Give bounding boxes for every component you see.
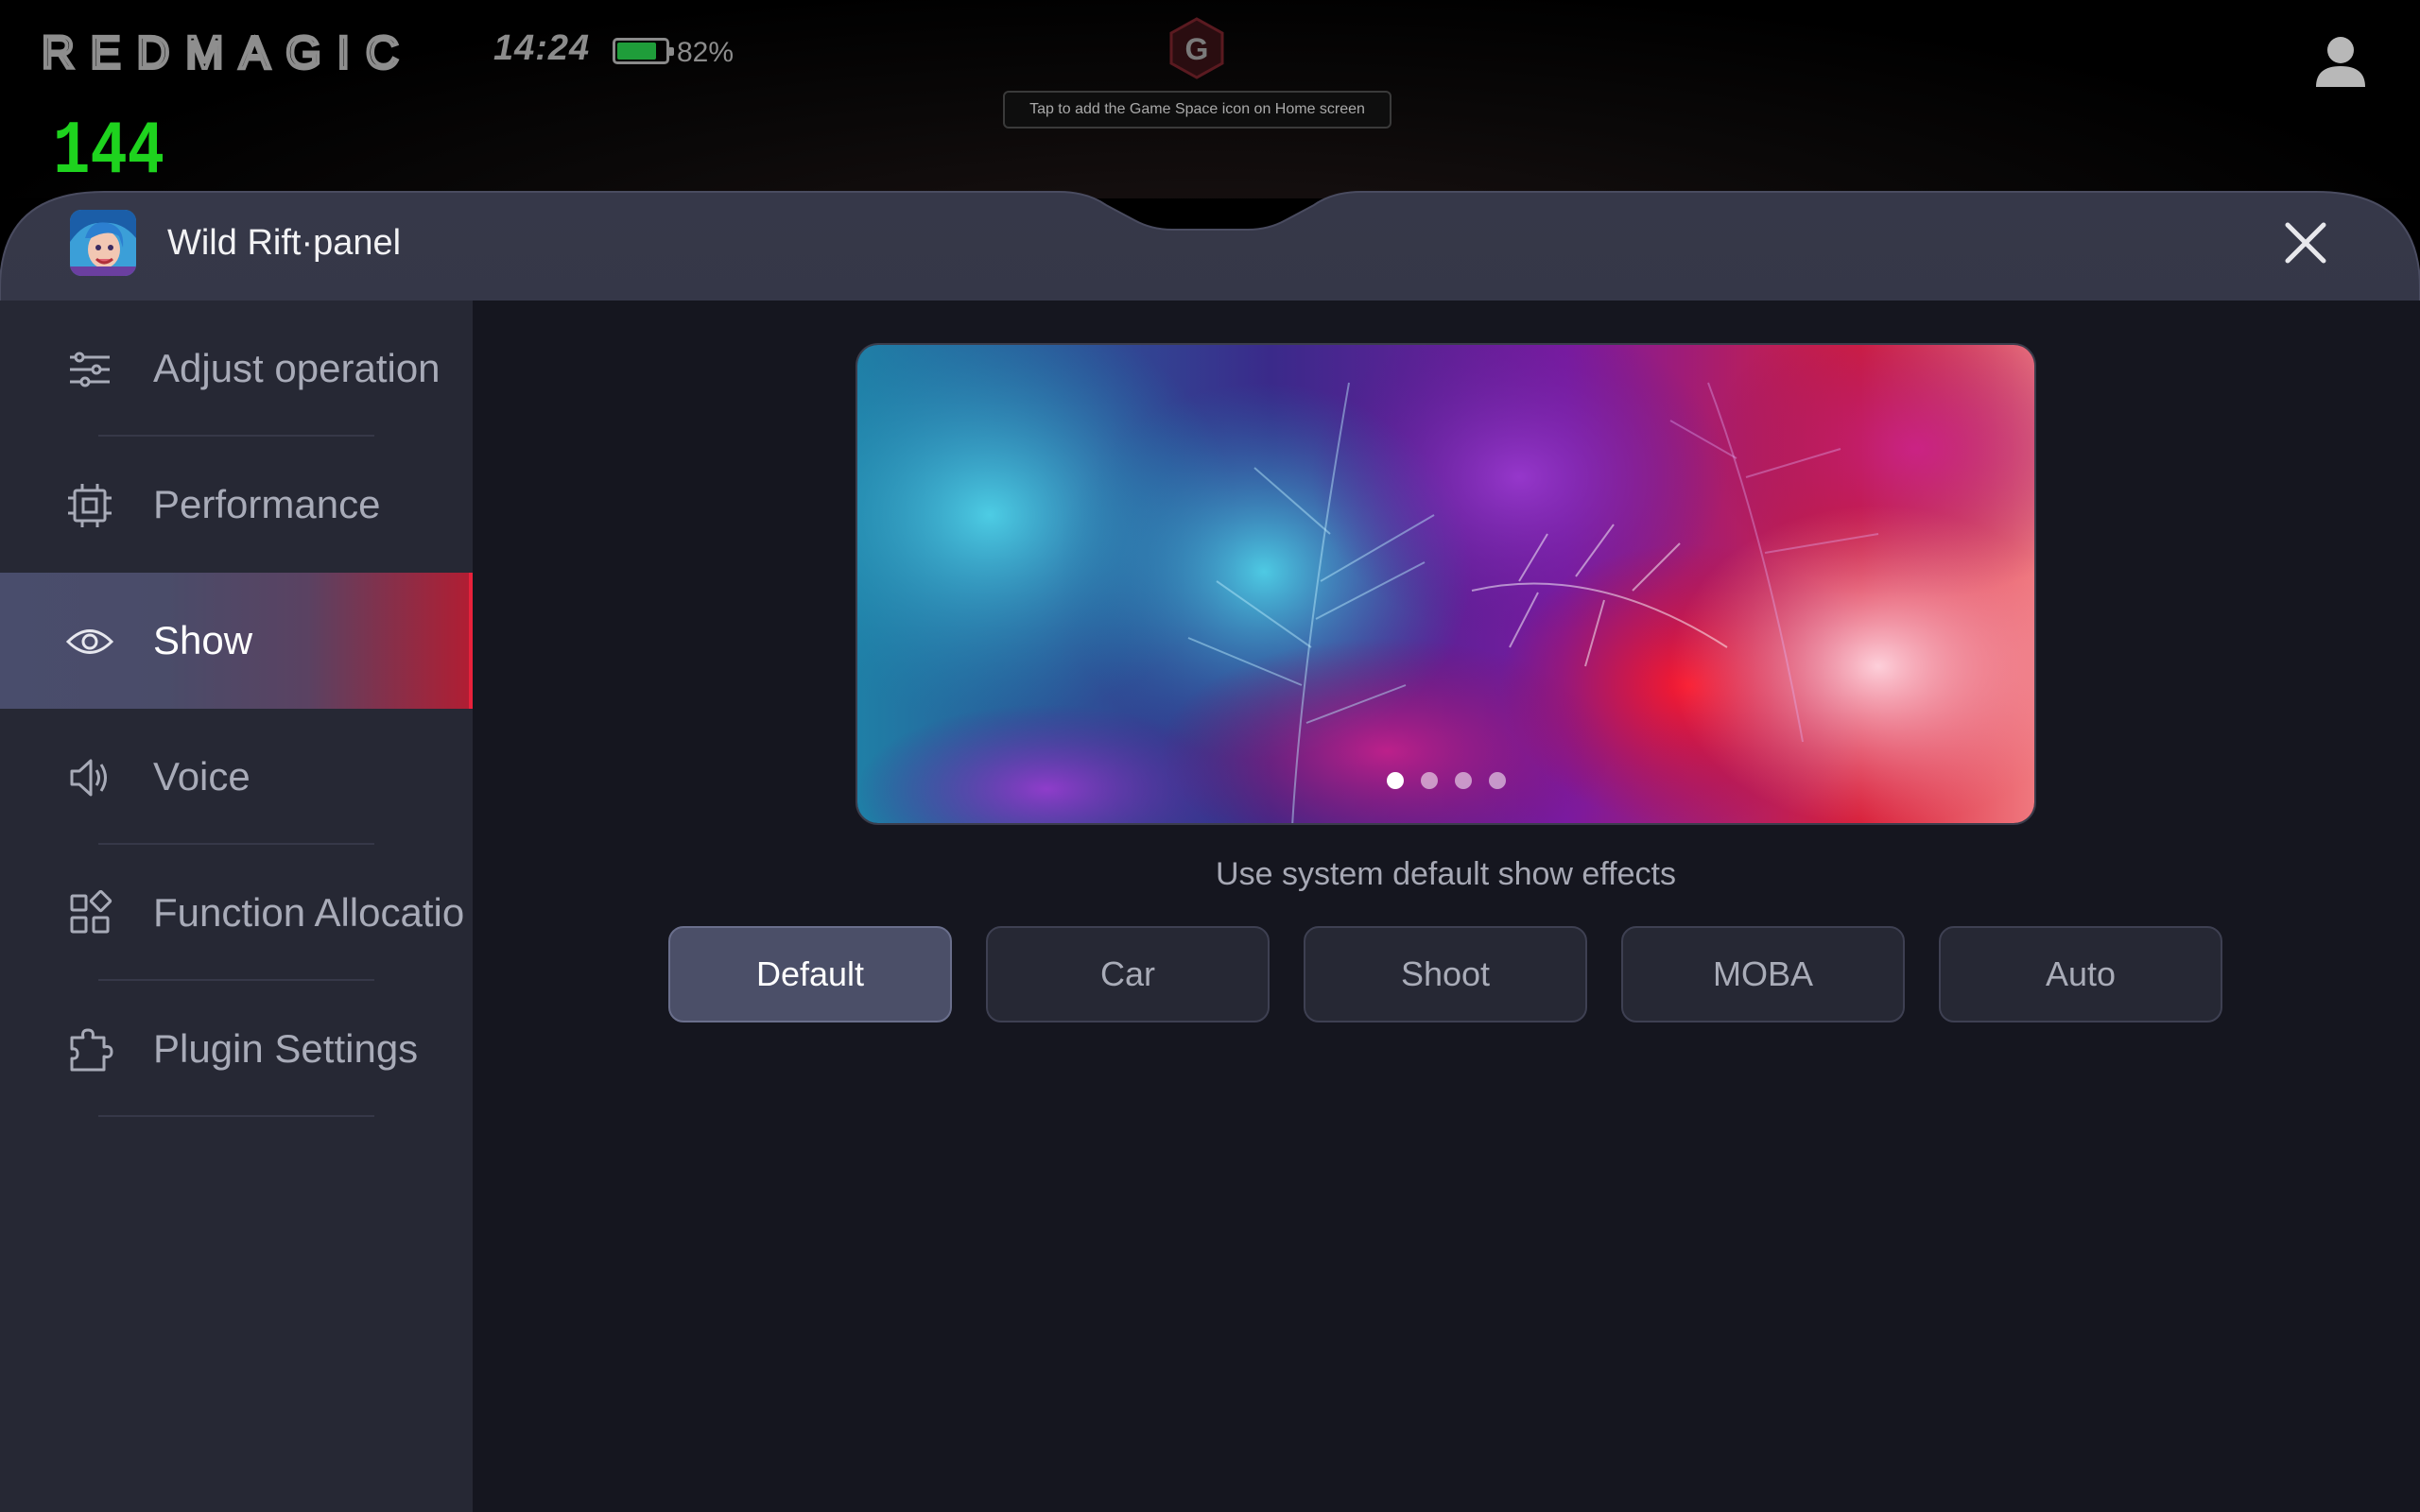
battery-fill	[617, 43, 656, 60]
sidebar: Adjust operation Performance Show Voice …	[0, 301, 473, 1512]
panel-title: Wild Rift·panel	[167, 223, 402, 263]
fps-counter: 144	[53, 112, 164, 180]
sidebar-item-adjust-operation[interactable]: Adjust operation	[0, 301, 473, 437]
mode-moba-button[interactable]: MOBA	[1621, 926, 1905, 1022]
sliders-icon	[70, 352, 110, 387]
carousel-dot-1[interactable]	[1386, 772, 1404, 789]
clock: 14:24	[493, 28, 591, 68]
feathers-preview-image	[857, 345, 2034, 823]
carousel-pagination	[857, 772, 2034, 789]
show-mode-selector: Default Car Shoot MOBA Auto	[668, 926, 2223, 1022]
sidebar-item-label: Plugin Settings	[153, 1026, 419, 1071]
brand-text: REDMAGIC	[42, 28, 415, 74]
carousel-dot-4[interactable]	[1488, 772, 1506, 789]
mode-default-button[interactable]: Default	[668, 926, 952, 1022]
sidebar-item-label: Performance	[153, 482, 381, 526]
sidebar-item-performance[interactable]: Performance	[0, 437, 473, 573]
fps-value: 144	[53, 112, 164, 180]
chip-icon	[68, 484, 112, 527]
mode-car-button[interactable]: Car	[986, 926, 1270, 1022]
game-space-logo-icon[interactable]: G	[1168, 17, 1225, 79]
sidebar-item-label: Function Allocatio	[153, 890, 465, 935]
sidebar-item-label: Show	[153, 618, 253, 662]
battery-icon	[613, 38, 674, 64]
sidebar-item-label: Adjust operation	[153, 346, 441, 390]
redmagic-logo: REDMAGIC	[42, 28, 415, 74]
sidebar-item-plugin-settings[interactable]: Plugin Settings	[0, 981, 473, 1117]
sidebar-item-voice[interactable]: Voice	[0, 709, 473, 845]
close-icon[interactable]	[2280, 217, 2331, 268]
effect-description: Use system default show effects	[1216, 856, 1676, 892]
apps-grid-icon	[70, 890, 112, 934]
divider	[98, 1115, 374, 1117]
sidebar-item-function-allocation[interactable]: Function Allocatio	[0, 845, 473, 981]
account-icon[interactable]	[2314, 34, 2367, 89]
game-space-tip[interactable]: Tap to add the Game Space icon on Home s…	[1003, 91, 1392, 129]
sidebar-item-show[interactable]: Show	[0, 573, 473, 709]
eye-icon	[66, 629, 113, 654]
mode-shoot-button[interactable]: Shoot	[1304, 926, 1587, 1022]
battery-percent: 82%	[677, 37, 735, 68]
mode-auto-button[interactable]: Auto	[1939, 926, 2222, 1022]
game-avatar-icon	[70, 210, 136, 276]
speaker-icon	[70, 759, 107, 797]
sidebar-item-label: Voice	[153, 754, 251, 799]
effects-preview-carousel[interactable]	[856, 343, 2036, 825]
carousel-dot-2[interactable]	[1420, 772, 1438, 789]
puzzle-icon	[70, 1028, 113, 1072]
carousel-dot-3[interactable]	[1454, 772, 1472, 789]
svg-text:G: G	[1185, 32, 1209, 66]
status-overlay: REDMAGIC 14:24 82% 144 G Tap to add the …	[0, 0, 2420, 198]
